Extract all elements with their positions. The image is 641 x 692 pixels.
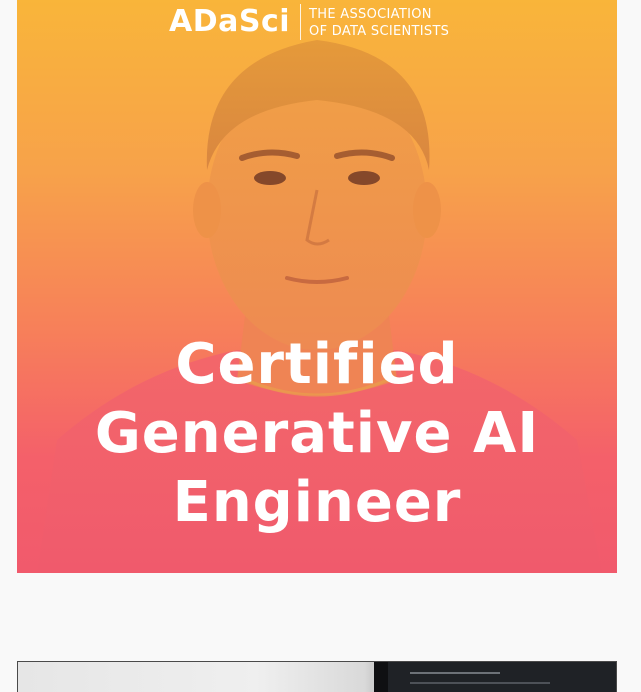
screen-text-line bbox=[410, 672, 500, 674]
tagline-line-2: OF DATA SCIENTISTS bbox=[309, 24, 450, 39]
adasci-logo: ADaSci THE ASSOCIATION OF DATA SCIENTIST… bbox=[169, 4, 449, 40]
headline-line-1: Certified bbox=[175, 332, 459, 397]
page: ADaSci THE ASSOCIATION OF DATA SCIENTIST… bbox=[0, 0, 641, 692]
brand-tagline: THE ASSOCIATION OF DATA SCIENTISTS bbox=[309, 4, 449, 40]
screen-text-line bbox=[410, 682, 550, 684]
logo-divider bbox=[300, 4, 302, 40]
brand-name: ADaSci bbox=[169, 4, 291, 39]
headline-line-2: Generative AI bbox=[94, 401, 540, 466]
laptop-screen-image bbox=[388, 662, 616, 692]
promo-headline: Certified Generative AI Engineer bbox=[17, 330, 617, 537]
laptop-preview-card[interactable] bbox=[17, 661, 617, 692]
promo-banner[interactable]: ADaSci THE ASSOCIATION OF DATA SCIENTIST… bbox=[17, 0, 617, 573]
headline-line-3: Engineer bbox=[172, 470, 462, 535]
tagline-line-1: THE ASSOCIATION bbox=[309, 7, 432, 22]
